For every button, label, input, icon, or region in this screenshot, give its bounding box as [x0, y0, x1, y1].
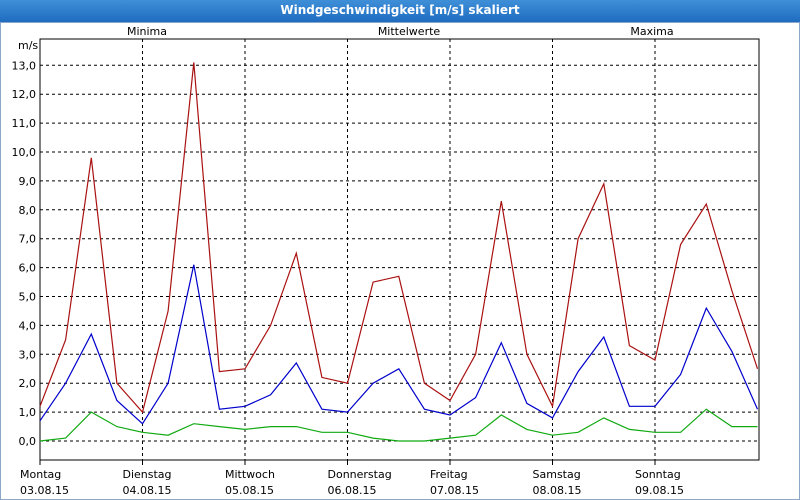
- y-tick-label: 4,0: [19, 319, 37, 332]
- legend-minima: Minima: [127, 25, 167, 38]
- x-date-label: 07.08.15: [430, 484, 479, 497]
- legend-maxima: Maxima: [630, 25, 673, 38]
- x-date-label: 03.08.15: [20, 484, 69, 497]
- x-day-label: Montag: [20, 468, 61, 481]
- y-tick-label: 1,0: [19, 406, 37, 419]
- y-tick-label: 10,0: [12, 146, 37, 159]
- y-tick-label: 9,0: [19, 175, 37, 188]
- y-tick-label: 3,0: [19, 348, 37, 361]
- legend-mittelwerte: Mittelwerte: [378, 25, 441, 38]
- x-date-label: 05.08.15: [225, 484, 274, 497]
- x-day-label: Dienstag: [123, 468, 172, 481]
- y-axis-label: m/s: [18, 39, 38, 52]
- y-tick-label: 7,0: [19, 233, 37, 246]
- x-date-label: 09.08.15: [635, 484, 684, 497]
- y-tick-label: 13,0: [12, 59, 37, 72]
- x-day-label: Mittwoch: [225, 468, 275, 481]
- x-date-label: 04.08.15: [123, 484, 172, 497]
- line-chart: 0,0 1,0 2,0 3,0 4,0 5,0 6,0 7,0 8,0 9,0 10,0 11,0 12…: [12, 25, 760, 497]
- x-day-label: Sonntag: [635, 468, 681, 481]
- y-tick-label: 6,0: [19, 262, 37, 275]
- y-tick-label: 2,0: [19, 377, 37, 390]
- y-tick-label: 12,0: [12, 88, 37, 101]
- y-axis-ticks: 0,0 1,0 2,0 3,0 4,0 5,0 6,0 7,0 8,0 9,0 10,0 11,0 12…: [12, 59, 37, 448]
- x-day-label: Samstag: [533, 468, 581, 481]
- plot-area: [39, 38, 760, 461]
- x-axis-labels: Montag 03.08.15 Dienstag 04.08.15 Mittwoch 05…: [20, 460, 684, 497]
- x-date-label: 08.08.15: [533, 484, 582, 497]
- x-date-label: 06.08.15: [328, 484, 377, 497]
- y-tick-label: 0,0: [19, 435, 37, 448]
- y-tick-label: 5,0: [19, 291, 37, 304]
- x-day-label: Donnerstag: [328, 468, 392, 481]
- y-tick-label: 8,0: [19, 204, 37, 217]
- y-tick-label: 11,0: [12, 117, 37, 130]
- x-day-label: Freitag: [430, 468, 468, 481]
